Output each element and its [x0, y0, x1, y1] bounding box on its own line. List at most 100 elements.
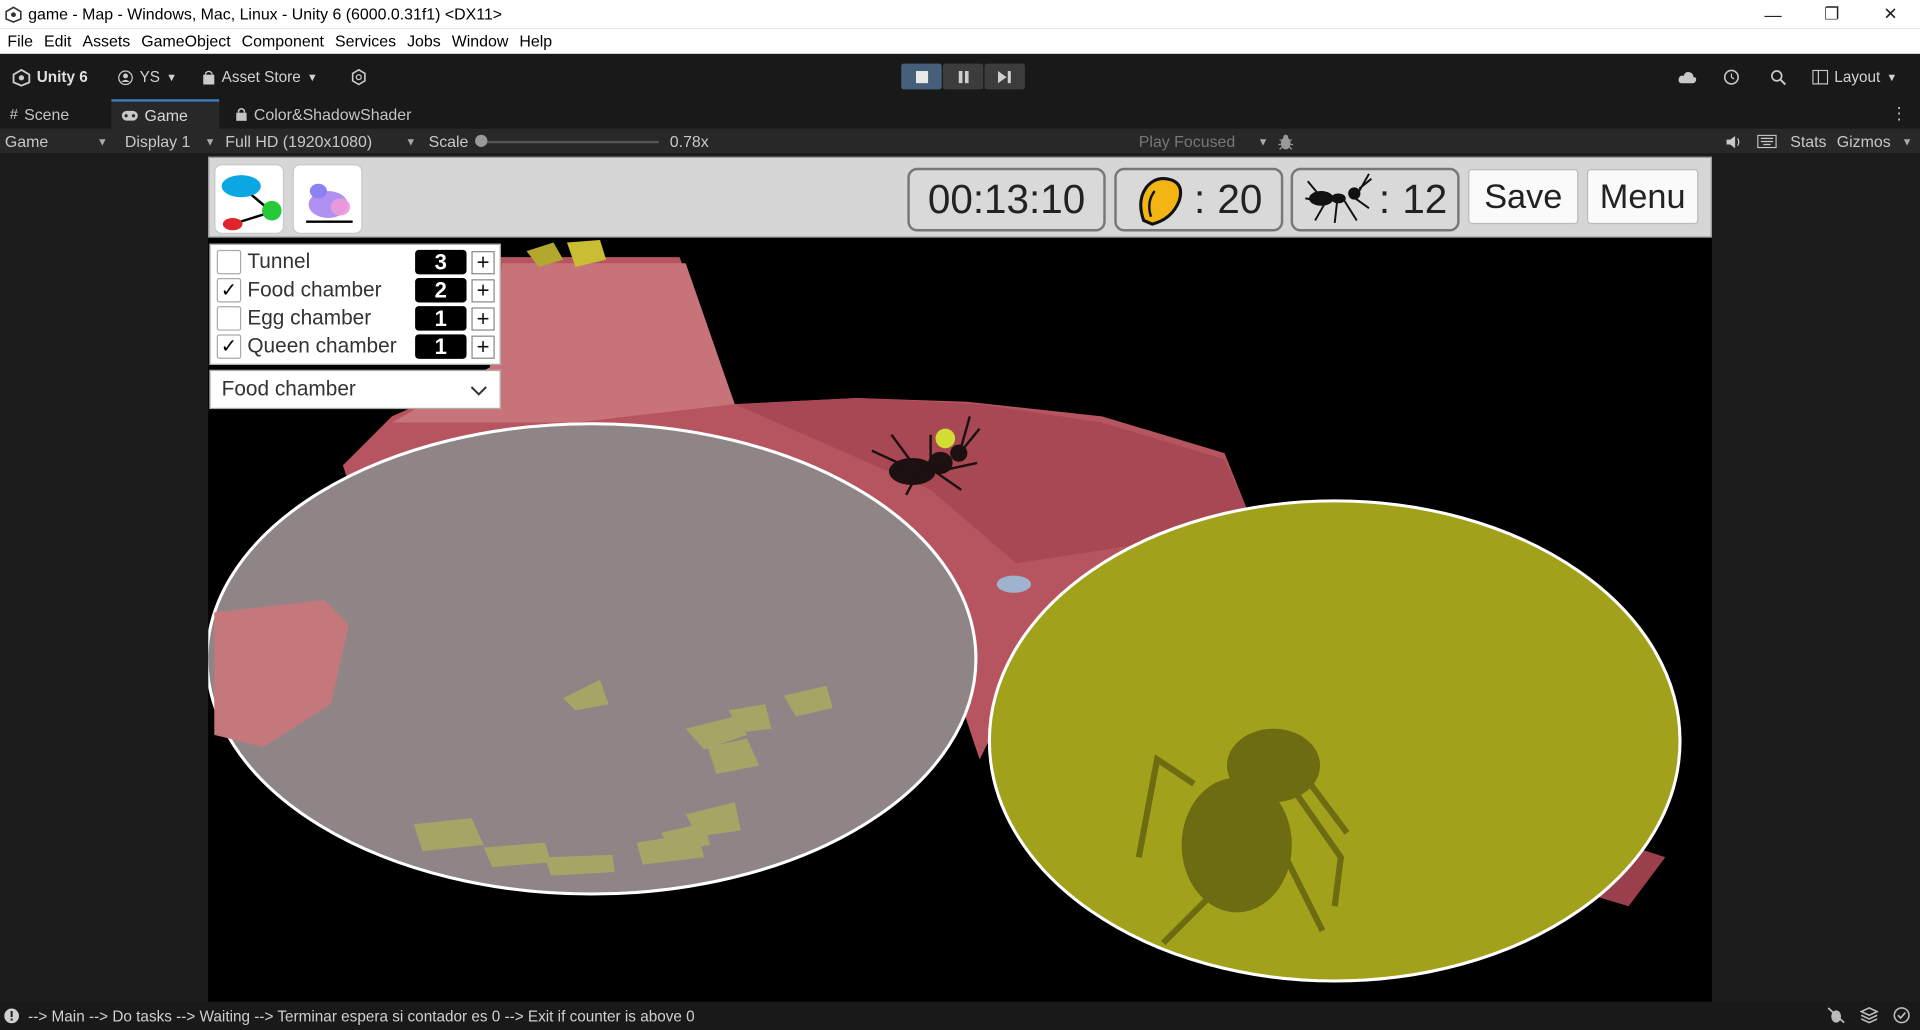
chevron-down-icon: ▼ [1886, 71, 1898, 84]
menu-help[interactable]: Help [519, 32, 558, 50]
chamber-label: Egg chamber [247, 306, 372, 330]
history-button[interactable] [1723, 65, 1740, 89]
bug-icon[interactable] [1277, 129, 1294, 155]
chamber-tool-button[interactable] [292, 164, 363, 234]
play-controls [901, 63, 1025, 90]
menu-assets[interactable]: Assets [82, 32, 136, 50]
layout-dropdown[interactable]: Layout ▼ [1812, 65, 1897, 89]
unity-account-button[interactable]: Unity 6 [12, 65, 88, 89]
scale-label: Scale [428, 132, 469, 151]
chamber-row-tunnel: ✓ Tunnel 3 + [211, 249, 500, 276]
menu-button[interactable]: Menu [1586, 169, 1699, 225]
gear-icon [351, 68, 366, 86]
menu-bar: File Edit Assets GameObject Component Se… [0, 28, 1920, 54]
menu-component[interactable]: Component [242, 32, 330, 50]
kebab-menu-icon[interactable]: ⋮ [1891, 103, 1908, 124]
chevron-down-icon: ▼ [1257, 135, 1269, 148]
view-type-label: Game [4, 132, 49, 151]
chamber-label: Queen chamber [247, 334, 397, 358]
pause-button[interactable] [942, 63, 984, 90]
egg-chamber-checkbox[interactable]: ✓ [216, 306, 242, 331]
layout-label: Layout [1834, 68, 1881, 86]
chamber-count: 1 [415, 306, 467, 331]
title-bar: game - Map - Windows, Mac, Linux - Unity… [0, 0, 1920, 29]
checkmark-icon: ✓ [220, 280, 238, 302]
minimize-button[interactable]: — [1744, 0, 1803, 28]
food-separator: : [1193, 176, 1206, 222]
menu-window[interactable]: Window [452, 32, 515, 50]
account-label: YS [139, 68, 161, 86]
cloud-services-button[interactable] [350, 65, 367, 89]
tunnel-checkbox[interactable]: ✓ [216, 249, 242, 275]
tab-shader-label: Color&ShadowShader [253, 104, 412, 124]
console-status-bar[interactable]: --> Main --> Do tasks --> Waiting --> Te… [0, 1001, 1920, 1030]
ant-icon [1305, 173, 1373, 224]
audio-mute-icon[interactable] [1725, 129, 1742, 155]
chamber-label: Tunnel [247, 249, 311, 274]
display-dropdown[interactable]: Display 1 ▼ [125, 129, 216, 155]
chamber-count: 3 [415, 249, 467, 275]
add-food-chamber-button[interactable]: + [471, 278, 495, 302]
tab-game-label: Game [144, 105, 188, 125]
add-queen-chamber-button[interactable]: + [471, 334, 495, 359]
play-mode-dropdown[interactable]: Play Focused ▼ [1139, 129, 1269, 155]
shopping-bag-icon [203, 70, 215, 84]
unity-editor-window: game - Map - Windows, Mac, Linux - Unity… [0, 0, 1920, 1030]
game-hud-bar: 00:13:10 : 20 : 12 Save Menu [208, 156, 1712, 238]
grid-icon: # [9, 105, 18, 123]
scale-slider-thumb[interactable] [475, 134, 488, 147]
tunnel-tool-button[interactable] [214, 164, 285, 234]
menu-services[interactable]: Services [335, 32, 402, 50]
graph-tool-icon [221, 175, 282, 231]
gizmos-button[interactable]: Gizmos [1837, 129, 1891, 155]
keyboard-icon[interactable] [1757, 129, 1777, 155]
user-icon [118, 69, 133, 85]
asset-store-dropdown[interactable]: Asset Store ▼ [202, 65, 318, 89]
stats-button[interactable]: Stats [1790, 129, 1826, 155]
status-icons [1827, 1007, 1910, 1024]
layers-icon[interactable] [1860, 1007, 1879, 1024]
stop-icon [915, 70, 928, 83]
editor-tabs: # Scene Game Color&ShadowShader ⋮ [0, 99, 1920, 129]
resolution-dropdown[interactable]: Full HD (1920x1080) ▼ [225, 129, 416, 155]
lock-icon [236, 107, 247, 121]
food-chamber-checkbox[interactable]: ✓ [216, 278, 242, 303]
queen-chamber-checkbox[interactable]: ✓ [216, 334, 242, 359]
menu-gameobject[interactable]: GameObject [141, 32, 236, 50]
tab-game[interactable]: Game [111, 99, 220, 129]
save-button[interactable]: Save [1468, 169, 1579, 225]
gamepad-icon [121, 110, 138, 121]
debug-off-icon[interactable] [1827, 1007, 1845, 1024]
add-tunnel-button[interactable]: + [471, 250, 495, 274]
step-button[interactable] [984, 63, 1025, 90]
tab-scene[interactable]: # Scene [0, 99, 110, 128]
ant-counter: : 12 [1290, 167, 1460, 232]
tab-scene-label: Scene [24, 104, 70, 124]
window-title: game - Map - Windows, Mac, Linux - Unity… [28, 4, 503, 24]
scale-slider[interactable] [475, 129, 659, 155]
close-button[interactable]: ✕ [1861, 0, 1920, 28]
view-type-dropdown[interactable]: Game ▼ [5, 129, 110, 155]
layout-icon [1812, 69, 1829, 85]
chamber-type-panel: ✓ Tunnel 3 + ✓ Food chamber 2 + ✓ Egg ch… [209, 243, 501, 365]
unity-logo-icon [5, 5, 22, 23]
menu-jobs[interactable]: Jobs [407, 32, 447, 50]
gizmos-chevron-icon[interactable]: ▼ [1902, 129, 1913, 155]
main-toolbar: Unity 6 YS ▼ Asset Store ▼ Layout ▼ [0, 53, 1920, 100]
menu-file[interactable]: File [7, 32, 39, 50]
add-egg-chamber-button[interactable]: + [471, 306, 495, 331]
cloud-button[interactable] [1678, 65, 1698, 89]
stop-button[interactable] [901, 63, 942, 90]
tab-color-shadow-shader[interactable]: Color&ShadowShader [225, 99, 421, 128]
account-dropdown[interactable]: YS ▼ [118, 65, 177, 89]
scale-value: 0.78x [669, 132, 709, 151]
search-button[interactable] [1770, 65, 1787, 89]
restore-button[interactable]: ❐ [1802, 0, 1861, 28]
checkmark-circle-icon[interactable] [1893, 1007, 1910, 1024]
resolution-label: Full HD (1920x1080) [225, 132, 373, 151]
food-count: 20 [1217, 176, 1263, 222]
chevron-down-icon: ▼ [204, 135, 216, 148]
checkmark-icon: ✓ [220, 336, 238, 358]
menu-edit[interactable]: Edit [44, 32, 78, 50]
chamber-select-dropdown[interactable]: Food chamber [209, 369, 501, 410]
